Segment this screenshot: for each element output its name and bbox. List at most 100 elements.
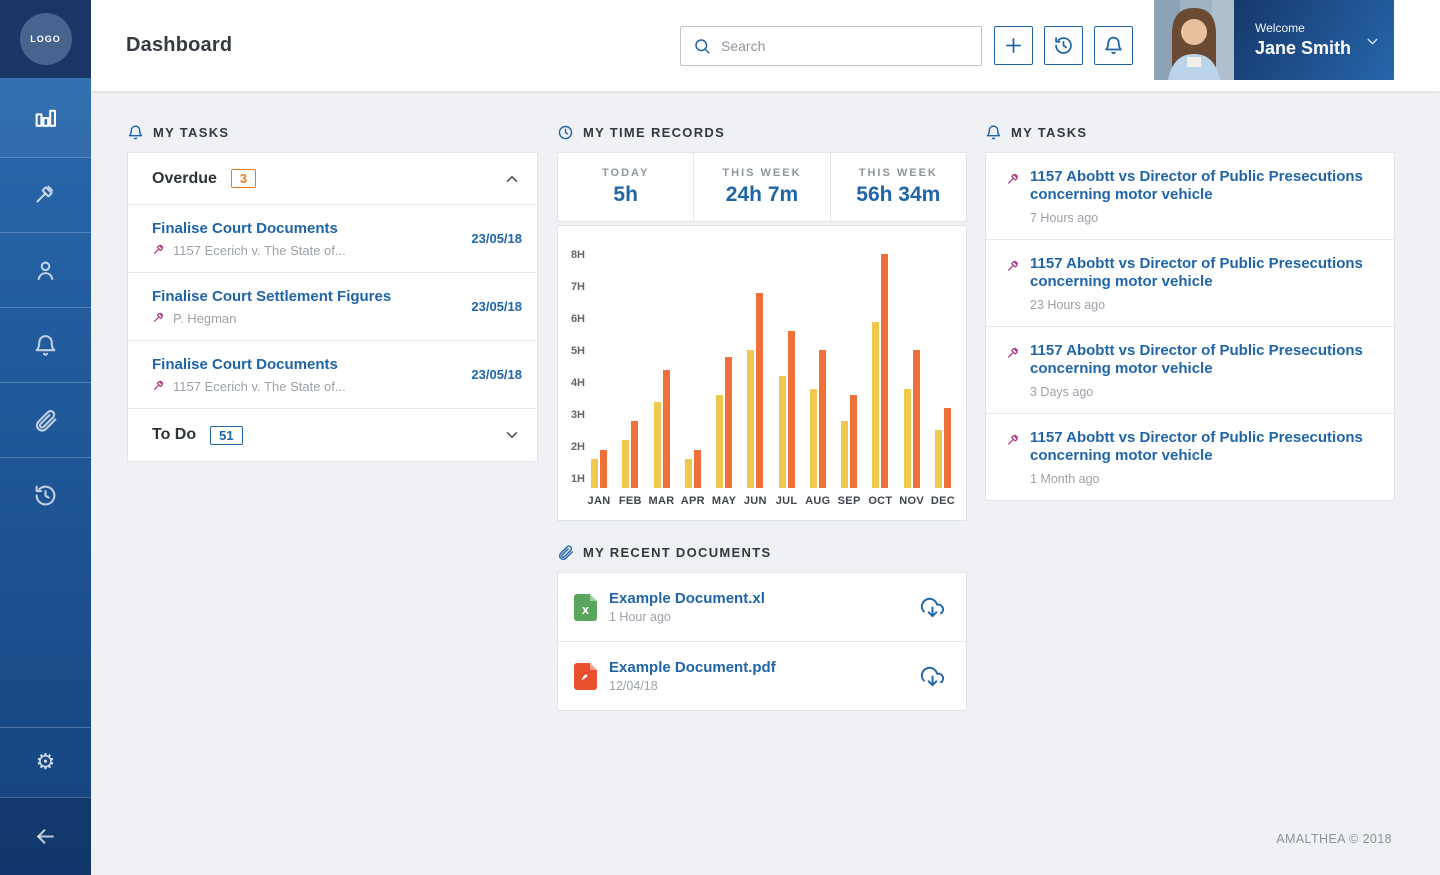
bar-group-nov: NOV	[899, 226, 924, 507]
pdf-glyph	[581, 674, 588, 681]
bar-group-dec: DEC	[931, 226, 955, 507]
sidebar-item-documents[interactable]	[0, 382, 91, 457]
history-icon	[1053, 35, 1074, 56]
document-meta: 1 Hour ago	[609, 610, 671, 624]
notifications-button[interactable]	[1094, 26, 1133, 65]
task-title[interactable]: 1157 Abobtt vs Director of Public Presec…	[1030, 429, 1374, 465]
copyright-text: AMALTHEA © 2018	[1276, 832, 1392, 846]
paperclip-icon	[557, 544, 574, 561]
task-title[interactable]: Finalise Court Documents	[152, 356, 471, 373]
series-orange-bar	[943, 408, 951, 488]
series-orange-bar	[787, 331, 795, 488]
history-icon	[33, 483, 58, 508]
task-title[interactable]: 1157 Abobtt vs Director of Public Presec…	[1030, 255, 1374, 291]
arrow-left-icon	[33, 824, 58, 849]
sidebar-bottom: ⚙	[0, 727, 91, 875]
user-photo	[1154, 0, 1234, 80]
series-orange-bar	[600, 450, 607, 488]
user-icon	[33, 258, 58, 283]
document-row[interactable]: x Example Document.xl 1 Hour ago	[558, 573, 966, 641]
gavel-icon	[152, 243, 166, 257]
document-name[interactable]: Example Document.xl	[609, 590, 765, 607]
x-tick-label: DEC	[930, 495, 955, 507]
bell-icon	[127, 124, 144, 141]
logo: LOGO	[19, 13, 72, 65]
task-row[interactable]: Finalise Court Settlement Figures P. Heg…	[128, 272, 537, 340]
task-title[interactable]: Finalise Court Settlement Figures	[152, 288, 471, 305]
gavel-icon	[1006, 346, 1021, 361]
rtask-body: 1157 Abobtt vs Director of Public Presec…	[1030, 342, 1374, 399]
recent-documents-section-header: MY RECENT DOCUMENTS	[557, 543, 967, 561]
bar-group-oct: OCT	[868, 226, 892, 507]
x-tick-label: MAY	[711, 495, 737, 507]
todo-label: To Do	[152, 426, 197, 443]
chart-plot: JAN FEB MAR APR MAY JUN JUL AUG SEP OCT NOV DEC	[588, 226, 955, 507]
todo-accordion-header[interactable]: To Do 51	[128, 408, 537, 461]
task-title[interactable]: 1157 Abobtt vs Director of Public Presec…	[1030, 342, 1374, 378]
stat-value: 24h 7m	[725, 183, 799, 206]
sidebar-item-time-records[interactable]	[0, 457, 91, 532]
series-yellow-bar	[747, 350, 755, 488]
time-records-column: MY TIME RECORDS TODAY 5h THIS WEEK 24h 7…	[557, 123, 967, 711]
task-title[interactable]: Finalise Court Documents	[152, 220, 471, 237]
chevron-up-icon[interactable]	[503, 170, 521, 188]
task-notification-row[interactable]: 1157 Abobtt vs Director of Public Presec…	[986, 239, 1394, 326]
search-icon	[693, 37, 711, 55]
sidebar-collapse-button[interactable]	[0, 797, 91, 875]
download-button[interactable]	[921, 596, 944, 619]
series-yellow-bar	[716, 395, 724, 488]
task-notification-row[interactable]: 1157 Abobtt vs Director of Public Presec…	[986, 326, 1394, 413]
bar-group-jan: JAN	[588, 226, 610, 507]
task-case: P. Hegman	[152, 311, 471, 326]
gavel-icon	[1006, 172, 1021, 187]
sidebar: LOGO ⚙	[0, 0, 91, 875]
gavel-icon	[152, 379, 166, 393]
gavel-icon	[1006, 259, 1021, 274]
sidebar-item-notifications[interactable]	[0, 307, 91, 382]
task-case-text: 1157 Ecerich v. The State of...	[173, 242, 346, 258]
bell-icon	[1103, 35, 1124, 56]
task-row[interactable]: Finalise Court Documents 1157 Ecerich v.…	[128, 204, 537, 272]
task-due-date: 23/05/18	[471, 299, 522, 314]
top-header: Dashboard Search Welcome Jane Smith	[91, 0, 1440, 91]
stat-this-week-2: THIS WEEK 56h 34m	[829, 153, 966, 221]
series-orange-bar	[912, 350, 920, 488]
search-input[interactable]	[721, 37, 969, 54]
add-button[interactable]	[994, 26, 1033, 65]
history-button[interactable]	[1044, 26, 1083, 65]
welcome-box[interactable]: Welcome Jane Smith	[1234, 0, 1394, 80]
sidebar-item-cases[interactable]	[0, 157, 91, 232]
series-yellow-bar	[622, 440, 630, 488]
document-row[interactable]: Example Document.pdf 12/04/18	[558, 641, 966, 710]
y-tick-label: 8H	[570, 249, 585, 262]
sidebar-item-settings[interactable]: ⚙	[0, 727, 91, 797]
overdue-accordion-header[interactable]: Overdue 3	[128, 153, 537, 204]
bar-chart-icon	[33, 105, 58, 130]
cloud-download-icon	[921, 596, 944, 619]
download-button[interactable]	[921, 665, 944, 688]
sidebar-item-dashboard[interactable]	[0, 78, 91, 157]
y-tick-label: 4H	[570, 377, 585, 390]
sidebar-item-contacts[interactable]	[0, 232, 91, 307]
section-title: MY TASKS	[1011, 124, 1088, 140]
document-name[interactable]: Example Document.pdf	[609, 659, 776, 676]
bar-group-jul: JUL	[776, 226, 797, 507]
x-tick-label: JUN	[743, 495, 767, 507]
stat-label: THIS WEEK	[858, 167, 938, 179]
series-yellow-bar	[684, 459, 692, 488]
task-case: 1157 Ecerich v. The State of...	[152, 379, 471, 394]
recent-documents-panel: x Example Document.xl 1 Hour ago Example…	[557, 572, 967, 711]
task-row[interactable]: Finalise Court Documents 1157 Ecerich v.…	[128, 340, 537, 408]
main-area: Dashboard Search Welcome Jane Smith MY T…	[91, 0, 1440, 875]
task-title[interactable]: 1157 Abobtt vs Director of Public Presec…	[1030, 168, 1374, 204]
gavel-icon	[152, 311, 166, 325]
task-notification-row[interactable]: 1157 Abobtt vs Director of Public Presec…	[986, 153, 1394, 239]
x-tick-label: APR	[680, 495, 705, 507]
chevron-down-icon[interactable]	[503, 426, 521, 444]
task-notification-row[interactable]: 1157 Abobtt vs Director of Public Presec…	[986, 413, 1394, 500]
search-box	[680, 25, 982, 66]
chevron-down-icon	[1364, 33, 1381, 50]
series-orange-bar	[881, 254, 889, 488]
plus-icon	[1003, 35, 1024, 56]
user-menu[interactable]: Welcome Jane Smith	[1154, 0, 1394, 80]
